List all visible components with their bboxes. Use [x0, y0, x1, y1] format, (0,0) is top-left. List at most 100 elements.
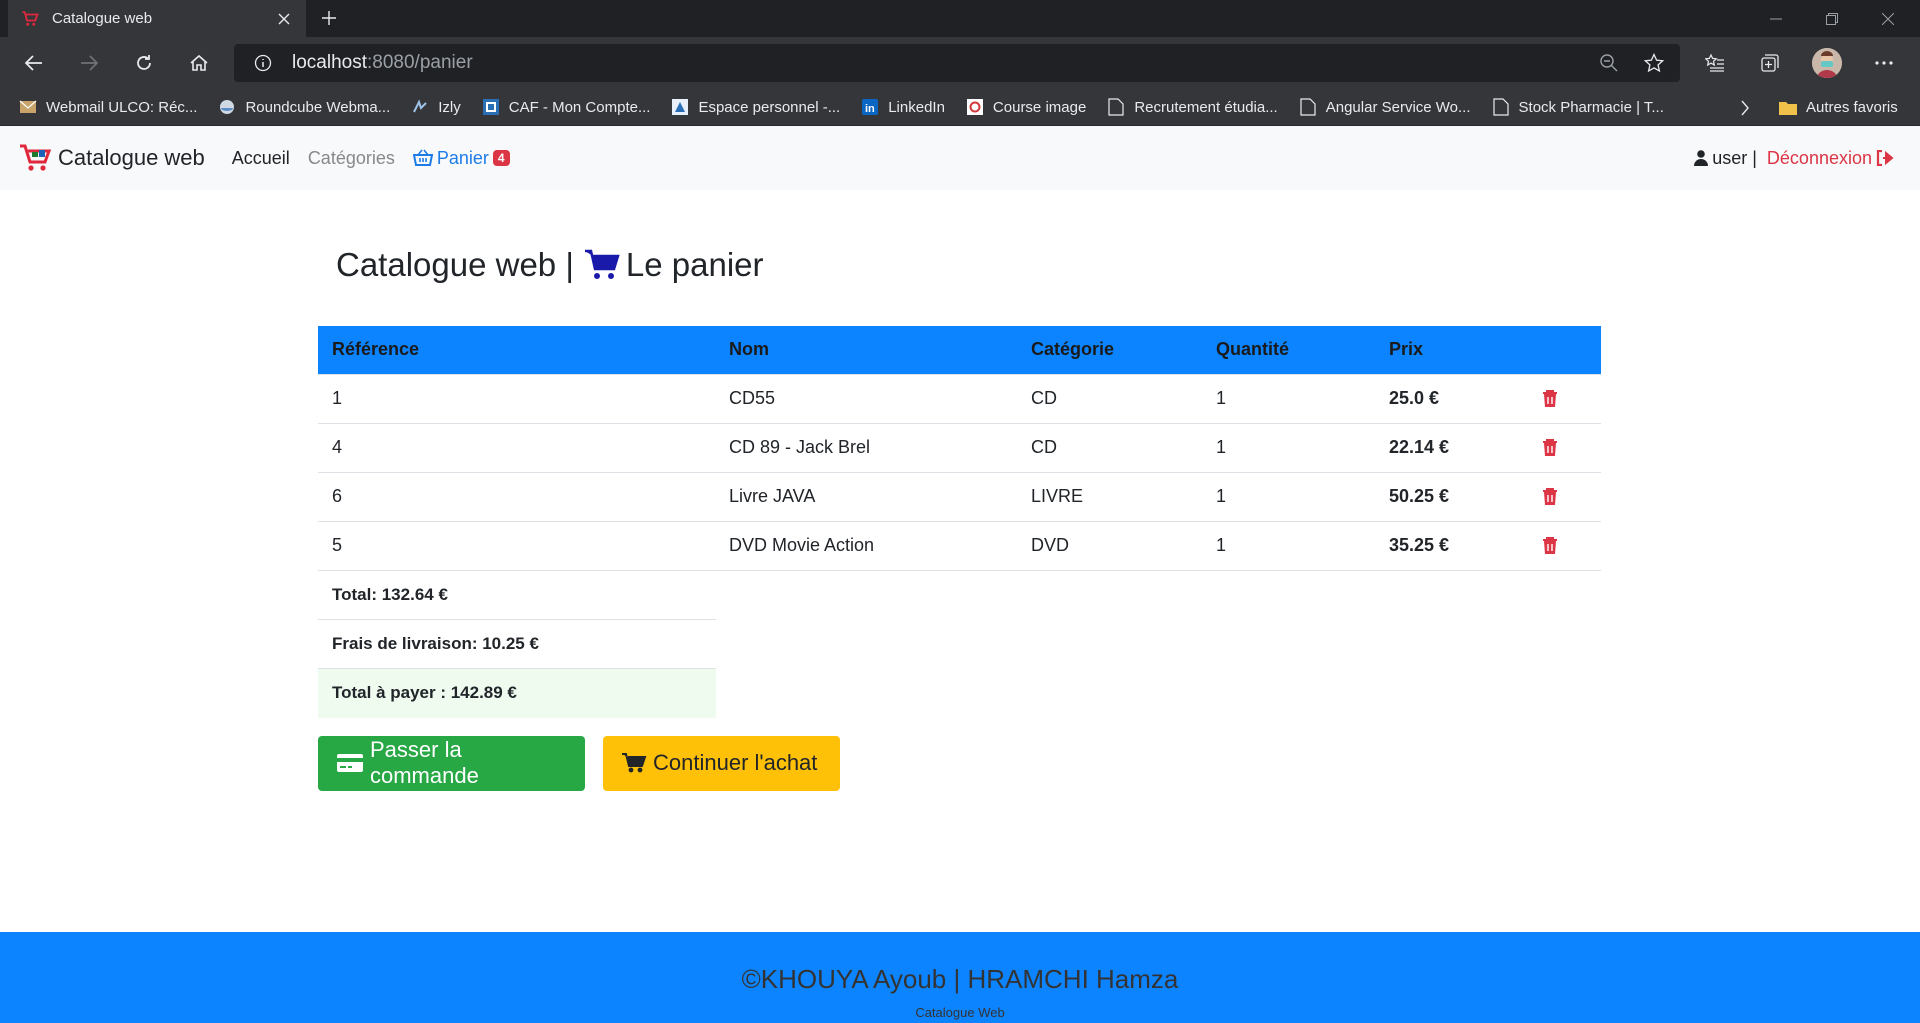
cell-ref: 4	[318, 422, 715, 472]
logout-label: Déconnexion	[1766, 147, 1872, 168]
info-icon[interactable]	[252, 52, 274, 74]
navbar-right: user | Déconnexion	[1694, 126, 1894, 190]
trash-icon[interactable]	[1540, 389, 1560, 409]
bookmark-item[interactable]: Angular Service Wo...	[1298, 97, 1471, 117]
footer-subtitle: Catalogue Web	[915, 1005, 1005, 1020]
folder-icon	[1778, 98, 1798, 118]
continue-shopping-button[interactable]: Continuer l'achat	[603, 735, 840, 791]
bookmark-item[interactable]: in LinkedIn	[860, 97, 945, 117]
close-window-icon[interactable]	[1860, 0, 1916, 37]
nav-home-link[interactable]: Accueil	[232, 148, 290, 169]
bookmark-item[interactable]: Stock Pharmacie | T...	[1491, 97, 1664, 117]
logout-link[interactable]: Déconnexion	[1767, 148, 1894, 169]
cell-quantity: 1	[1202, 520, 1375, 571]
favorite-star-icon[interactable]	[1643, 52, 1665, 74]
cell-actions	[1526, 520, 1601, 571]
cell-ref: 5	[318, 520, 715, 571]
reload-icon[interactable]	[128, 47, 160, 79]
sign-out-icon	[1876, 150, 1894, 166]
cart-favicon-icon	[20, 9, 40, 29]
basket-icon	[412, 149, 433, 166]
table-row: 1 CD55 CD 1 25.0 €	[318, 373, 1601, 423]
trash-icon[interactable]	[1540, 438, 1560, 458]
cart-logo-icon	[20, 144, 52, 171]
bookmark-item[interactable]: CAF - Mon Compte...	[481, 97, 650, 117]
url-bar[interactable]: localhost:8080/panier	[234, 44, 1680, 82]
izly-icon	[410, 97, 430, 117]
column-header: Référence	[332, 339, 420, 360]
zoom-icon[interactable]	[1598, 52, 1620, 74]
other-bookmarks[interactable]: Autres favoris	[1778, 89, 1898, 126]
trash-icon[interactable]	[1540, 487, 1560, 507]
bookmark-item[interactable]: Recrutement étudia...	[1106, 97, 1278, 117]
bookmark-item[interactable]: Roundcube Webma...	[217, 97, 390, 117]
column-header: Quantité	[1216, 339, 1290, 360]
cell-name: Livre JAVA	[715, 471, 1017, 521]
new-tab-icon[interactable]	[316, 5, 342, 31]
more-menu-icon[interactable]	[1868, 47, 1900, 79]
cell-price: 50.25 €	[1375, 471, 1526, 521]
cart-count-badge: 4	[492, 150, 510, 166]
cell-price: 25.0 €	[1375, 373, 1526, 423]
bookmark-item[interactable]: Izly	[410, 97, 461, 117]
column-header: Prix	[1389, 339, 1424, 360]
bookmarks-bar: Webmail ULCO: Réc... Roundcube Webma... …	[0, 89, 1920, 126]
user-menu[interactable]: user |	[1694, 148, 1757, 169]
browser-tab-bar: Catalogue web	[0, 0, 1920, 37]
bookmark-item[interactable]: Espace personnel -...	[670, 97, 840, 117]
forward-icon[interactable]	[73, 47, 105, 79]
user-icon	[1694, 150, 1709, 166]
table-row: 4 CD 89 - Jack Brel CD 1 22.14 €	[318, 422, 1601, 472]
favorites-list-icon[interactable]	[1699, 47, 1731, 79]
webmail-icon	[18, 97, 38, 117]
shipping-fee: Frais de livraison: 10.25 €	[318, 620, 716, 669]
cell-category: CD	[1017, 373, 1202, 423]
nav-cart-link[interactable]: Panier 4	[412, 147, 510, 169]
linkedin-icon: in	[860, 97, 880, 117]
cell-price: 22.14 €	[1375, 422, 1526, 472]
profile-avatar-icon[interactable]	[1812, 48, 1842, 78]
url-text: localhost:8080/panier	[292, 52, 473, 73]
cart-icon	[621, 752, 647, 774]
cell-quantity: 1	[1202, 373, 1375, 423]
home-icon[interactable]	[183, 47, 215, 79]
cell-category: DVD	[1017, 520, 1202, 571]
page-icon	[1106, 97, 1126, 117]
cell-actions	[1526, 373, 1601, 423]
chevron-right-icon[interactable]	[1734, 97, 1756, 119]
cell-quantity: 1	[1202, 471, 1375, 521]
nav-categories-link[interactable]: Catégories	[308, 148, 395, 169]
credit-card-icon	[336, 753, 364, 773]
page-icon	[1491, 97, 1511, 117]
bookmark-item[interactable]: Course image	[965, 97, 1086, 117]
footer-credit: ©KHOUYA Ayoub | HRAMCHI Hamza	[741, 964, 1179, 994]
page-footer: ©KHOUYA Ayoub | HRAMCHI Hamza Catalogue …	[0, 932, 1920, 1023]
place-order-button[interactable]: Passer la commande	[318, 735, 585, 791]
cart-actions: Passer la commande Continuer l'achat	[318, 735, 1602, 791]
back-icon[interactable]	[18, 47, 50, 79]
cart-label: Panier	[436, 147, 489, 168]
place-order-label: Passer la commande	[370, 737, 479, 788]
trash-icon[interactable]	[1540, 536, 1560, 556]
table-row: 6 Livre JAVA LIVRE 1 50.25 €	[318, 471, 1601, 521]
cart-table: Référence Nom Catégorie Quantité Prix 1 …	[318, 326, 1601, 571]
collections-icon[interactable]	[1754, 47, 1786, 79]
cell-quantity: 1	[1202, 422, 1375, 472]
bookmark-item[interactable]: Webmail ULCO: Réc...	[18, 97, 197, 117]
close-tab-icon[interactable]	[274, 9, 294, 29]
restore-icon[interactable]	[1804, 0, 1860, 37]
cell-category: LIVRE	[1017, 471, 1202, 521]
table-header-row: Référence Nom Catégorie Quantité Prix	[318, 326, 1601, 374]
cart-icon	[584, 249, 620, 281]
cell-ref: 1	[318, 373, 715, 423]
cell-ref: 6	[318, 471, 715, 521]
column-header: Catégorie	[1031, 339, 1115, 360]
svg-text:in: in	[865, 103, 875, 115]
minimize-icon[interactable]	[1748, 0, 1804, 37]
brand-link[interactable]: Catalogue web	[18, 141, 205, 175]
site-navbar: Catalogue web Accueil Catégories Panier …	[0, 126, 1920, 190]
browser-tab[interactable]: Catalogue web	[8, 0, 306, 37]
page-title: Catalogue web | Le panier	[336, 246, 764, 283]
page-icon	[1298, 97, 1318, 117]
tab-title: Catalogue web	[52, 10, 153, 27]
